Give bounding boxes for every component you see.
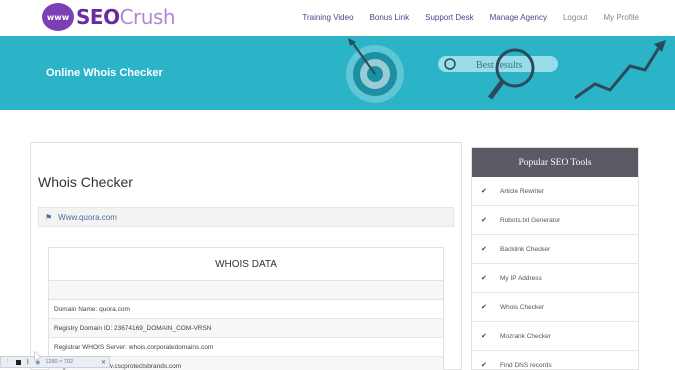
close-icon[interactable]: ✕ xyxy=(101,359,106,366)
sidebar-title: Popular SEO Tools xyxy=(472,148,638,177)
nav-training-video[interactable]: Training Video xyxy=(302,13,353,22)
check-icon: ✔ xyxy=(481,275,487,282)
nav-manage-agency[interactable]: Manage Agency xyxy=(490,13,547,22)
whois-row: Registry Domain ID: 23674169_DOMAIN_COM-… xyxy=(49,319,443,338)
sidebar-item-label: Robots.txt Generator xyxy=(500,216,561,224)
whois-row: Domain Name: quora.com xyxy=(49,300,443,319)
sidebar-item-whois-checker[interactable]: ✔ Whois Checker xyxy=(472,293,638,322)
nav-bonus-link[interactable]: Bonus Link xyxy=(370,13,410,22)
sidebar-item-my-ip-address[interactable]: ✔ My IP Address xyxy=(472,264,638,293)
sidebar-item-backlink-checker[interactable]: ✔ Backlink Checker xyxy=(472,235,638,264)
stop-icon[interactable] xyxy=(15,359,21,365)
page-banner: Online Whois Checker Best results xyxy=(0,36,675,110)
sidebar-item-robots-txt-generator[interactable]: ✔ Robots.txt Generator xyxy=(472,206,638,235)
sidebar-item-find-dns-records[interactable]: ✔ Find DNS records xyxy=(472,351,638,370)
whois-data-header: WHOIS DATA xyxy=(49,248,443,281)
drag-handle-icon[interactable]: ⋮ xyxy=(5,359,11,365)
page-title: Whois Checker xyxy=(38,174,133,190)
seocrush-logo[interactable]: www SEO Crush xyxy=(42,2,176,32)
whois-data-table: WHOIS DATA Domain Name: quora.com Regist… xyxy=(48,247,444,370)
globe-icon: www xyxy=(42,3,74,31)
pin-icon: ⚑ xyxy=(45,212,53,222)
banner-title: Online Whois Checker xyxy=(46,67,163,79)
size-readout: 1280 × 702 xyxy=(45,359,74,365)
whois-row: Registrar WHOIS Server: whois.corporated… xyxy=(49,338,443,357)
sidebar-item-mozrank-checker[interactable]: ✔ Mozrank Checker xyxy=(472,322,638,351)
domain-bar: ⚑ Www.quora.com xyxy=(38,207,454,227)
check-icon: ✔ xyxy=(481,304,487,311)
nav-logout[interactable]: Logout xyxy=(563,13,587,22)
check-icon: ✔ xyxy=(481,188,487,195)
site-header: www SEO Crush Training Video Bonus Link … xyxy=(0,0,675,36)
eye-icon[interactable]: ◉ xyxy=(35,359,40,366)
check-icon: ✔ xyxy=(481,246,487,253)
pause-icon[interactable]: ❙ xyxy=(26,359,31,365)
nav-my-profile[interactable]: My Profile xyxy=(603,13,639,22)
main-nav: Training Video Bonus Link Support Desk M… xyxy=(302,13,639,22)
sidebar-item-label: Backlink Checker xyxy=(500,245,551,253)
check-icon: ✔ xyxy=(481,217,487,224)
target-icon xyxy=(346,38,404,103)
recorder-toolbar: ⋮ ❙ ◉ 1280 × 702 ✕ xyxy=(0,356,110,368)
sidebar-item-label: Article Rewriter xyxy=(500,187,545,195)
logo-brand-seo: SEO xyxy=(76,5,120,29)
check-icon: ✔ xyxy=(481,333,487,340)
sidebar-item-article-rewriter[interactable]: ✔ Article Rewriter xyxy=(472,177,638,206)
sidebar-item-label: Whois Checker xyxy=(500,303,545,311)
growth-arrow-icon xyxy=(574,40,666,100)
sidebar-item-label: My IP Address xyxy=(500,274,542,282)
check-icon: ✔ xyxy=(481,362,487,369)
sidebar-item-label: Find DNS records xyxy=(500,361,552,369)
domain-label[interactable]: Www.quora.com xyxy=(58,213,117,222)
nav-support-desk[interactable]: Support Desk xyxy=(425,13,473,22)
whois-empty-row xyxy=(49,281,443,300)
logo-brand-crush: Crush xyxy=(119,5,176,29)
banner-illustration: Best results xyxy=(346,38,666,103)
sidebar-item-label: Mozrank Checker xyxy=(500,332,551,340)
popular-tools-sidebar: Popular SEO Tools ✔ Article Rewriter ✔ R… xyxy=(471,147,639,370)
